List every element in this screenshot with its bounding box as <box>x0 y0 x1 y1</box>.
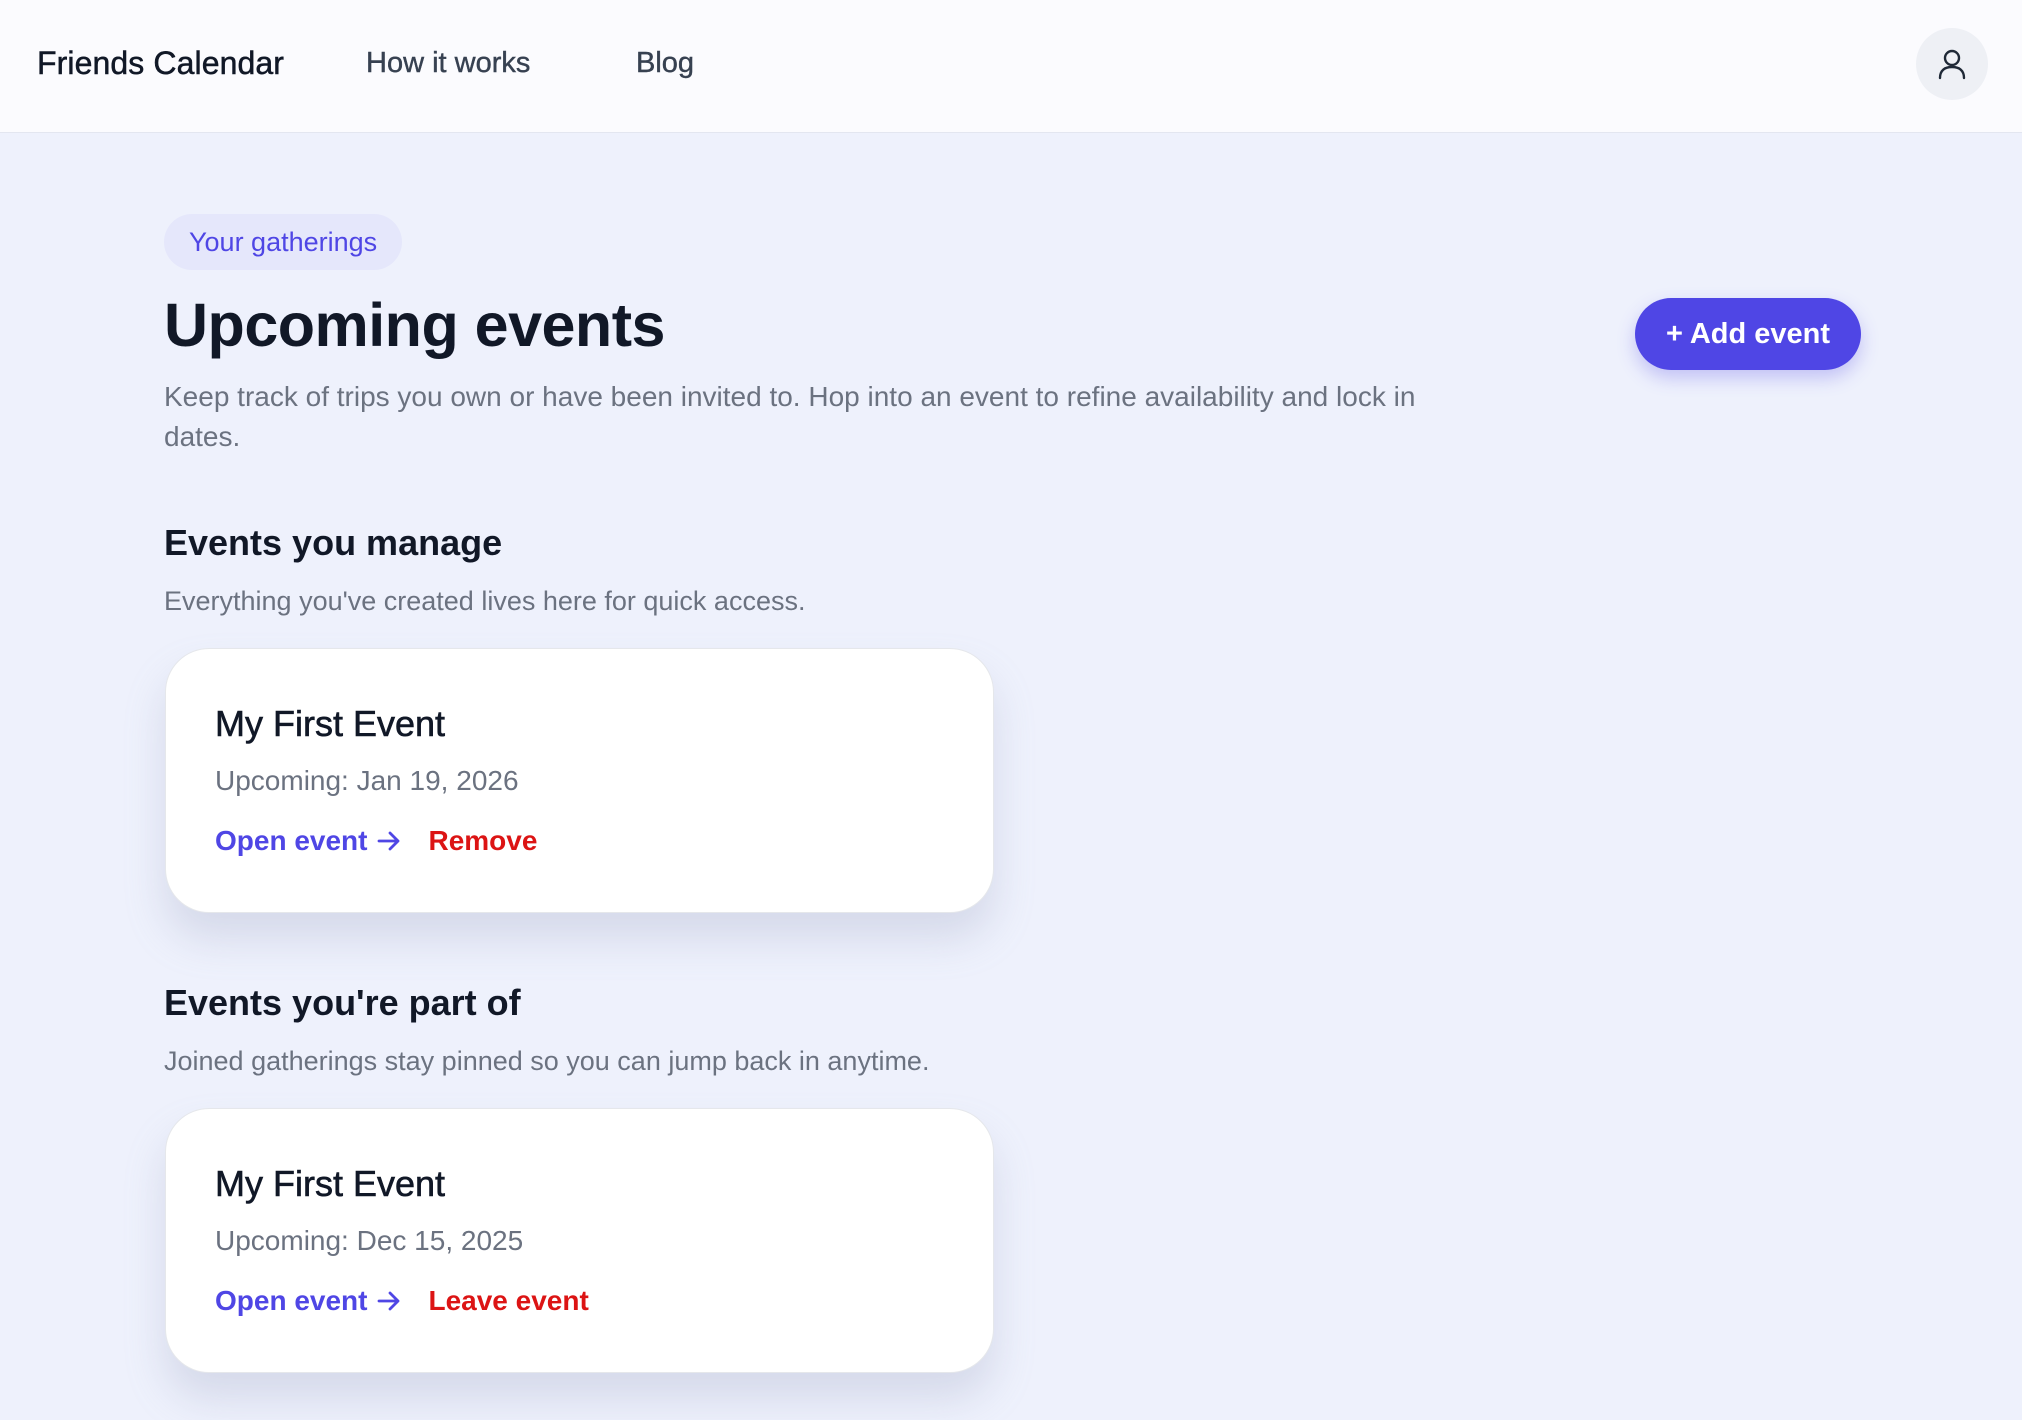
event-card: My First Event Upcoming: Jan 19, 2026 Op… <box>165 648 994 913</box>
nav-link-how-it-works[interactable]: How it works <box>366 47 531 80</box>
open-event-label: Open event <box>215 825 368 856</box>
section-eyebrow-badge: Your gatherings <box>164 214 403 270</box>
event-title: My First Event <box>215 703 446 745</box>
add-event-button[interactable]: + Add event <box>1635 298 1861 370</box>
event-date: Upcoming: Dec 15, 2025 <box>215 1225 524 1256</box>
event-actions: Open event Remove <box>215 825 537 857</box>
event-title: My First Event <box>215 1163 446 1205</box>
brand-logo-text[interactable]: Friends Calendar <box>37 45 284 82</box>
page-description: Keep track of trips you own or have been… <box>164 381 1416 452</box>
page-title: Upcoming events <box>164 291 665 359</box>
open-event-label: Open event <box>215 1285 368 1316</box>
leave-event-link[interactable]: Leave event <box>428 1285 588 1317</box>
event-actions: Open event Leave event <box>215 1285 589 1317</box>
event-date: Upcoming: Jan 19, 2026 <box>215 765 519 796</box>
open-event-link[interactable]: Open event <box>215 825 401 857</box>
remove-event-link[interactable]: Remove <box>428 825 537 857</box>
user-icon <box>1938 49 1966 80</box>
arrow-right-icon <box>378 831 400 851</box>
arrow-right-icon <box>378 1291 400 1311</box>
event-card: My First Event Upcoming: Dec 15, 2025 Op… <box>165 1108 994 1373</box>
managed-section-description: Everything you've created lives here for… <box>164 586 806 616</box>
open-event-link[interactable]: Open event <box>215 1285 401 1317</box>
joined-section-description: Joined gatherings stay pinned so you can… <box>164 1046 930 1076</box>
account-button[interactable] <box>1916 28 1988 100</box>
joined-section-title: Events you're part of <box>164 982 521 1023</box>
managed-section-title: Events you manage <box>164 522 503 563</box>
top-nav-bar: Friends Calendar How it works Blog <box>0 0 2022 133</box>
nav-link-blog[interactable]: Blog <box>636 47 694 80</box>
